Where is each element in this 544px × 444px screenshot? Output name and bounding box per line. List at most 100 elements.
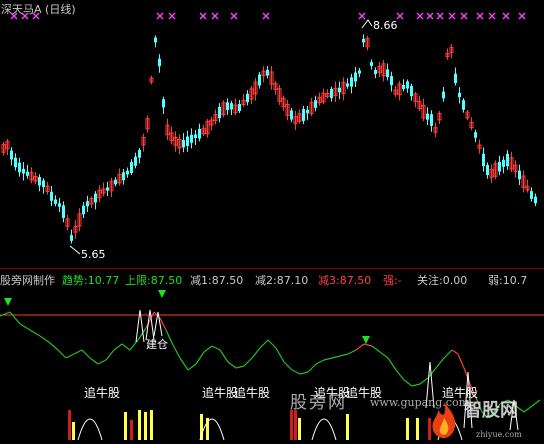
candlestick-chart-panel[interactable]: 深天马A (日线) 8.66 5.65 (0, 0, 544, 268)
indicator-line-segment (145, 311, 155, 329)
indicator-line-segment (363, 343, 373, 347)
indicator-line-segment (395, 369, 405, 381)
indicator-line-segment (371, 345, 381, 353)
candle-body (338, 87, 341, 93)
candle-body (374, 69, 377, 75)
candle-body (70, 235, 73, 241)
signal-bar (138, 410, 141, 440)
candle-body (38, 177, 41, 186)
watch-value: 关注:0.00 (417, 274, 468, 287)
indicator-line-segment (251, 347, 261, 359)
candle-body (10, 150, 13, 160)
indicator-line-segment (9, 311, 21, 325)
signal-bar (130, 420, 133, 440)
watermark-logo: 智股网 (464, 400, 518, 421)
candle-body (58, 203, 61, 207)
signal-bar (290, 410, 293, 440)
indicator-line-segment (243, 357, 253, 367)
low-price-label: 5.65 (81, 248, 106, 261)
candle-body (502, 159, 505, 167)
candle-body (86, 201, 89, 207)
indicator-line-segment (187, 363, 197, 371)
indicator-line-segment (219, 349, 229, 363)
indicator-line-segment (347, 349, 357, 355)
indicator-line-segment (235, 365, 245, 369)
indicator-line-segment (81, 349, 91, 359)
candle-body (314, 100, 317, 108)
candle-body (530, 191, 533, 199)
candle-body (158, 58, 161, 67)
candle-body (406, 81, 409, 89)
indicator-line-segment (203, 345, 213, 353)
candle-body (350, 77, 353, 87)
indicator-line-segment (443, 349, 453, 359)
indicator-name: 股旁网制作 (0, 274, 55, 287)
indicator-line-segment (195, 351, 205, 365)
candle-body (306, 109, 309, 114)
candle-body (266, 69, 269, 76)
signal-hump (199, 418, 225, 441)
candle-body (430, 114, 433, 126)
indicator-line-segment (29, 329, 41, 337)
indicator-line-segment (355, 343, 365, 351)
indicator-line-segment (19, 323, 31, 331)
indicator-line-segment (275, 347, 285, 363)
indicator-line-segment (291, 369, 301, 375)
candle-body (114, 179, 117, 185)
candle-body (82, 205, 85, 215)
signal-bar (298, 418, 301, 440)
candle-body (506, 153, 509, 167)
signal-bar (144, 412, 147, 440)
indicator-line-segment (39, 335, 51, 344)
signal-bar (150, 410, 153, 440)
candle-body (226, 102, 229, 111)
indicator-chart-panel[interactable]: 追牛股 追牛股 追牛股 追牛股 追牛股 追牛股 建仓 股旁网 www.gupan… (0, 288, 544, 444)
candle-body (358, 70, 361, 74)
candle-body (14, 157, 17, 168)
marker-icon (426, 12, 434, 20)
candle-body (346, 83, 349, 87)
candle-body (62, 205, 65, 218)
signal-hump (311, 418, 337, 441)
indicator-line-segment (49, 342, 59, 351)
chase-label-2: 追牛股 (202, 386, 239, 400)
indicator-line-segment (451, 349, 459, 355)
indicator-line-segment (259, 339, 269, 349)
candle-body (498, 161, 501, 172)
indicator-line-segment (323, 357, 333, 361)
panel-divider (0, 268, 544, 269)
candle-body (486, 164, 489, 176)
signal-bar (72, 422, 75, 440)
candle-body (126, 170, 129, 175)
indicator-line-segment (331, 355, 341, 359)
indicator-line-segment (531, 399, 541, 407)
indicator-chart (0, 290, 544, 441)
down-arrow-icon (362, 336, 370, 344)
marker-icon (416, 12, 424, 20)
indicator-line-segment (97, 359, 107, 365)
high-price-label: 8.66 (373, 19, 398, 32)
candle-body (354, 72, 357, 82)
trend-value: 趋势:10.77 (62, 274, 120, 287)
indicator-line-segment (211, 345, 221, 351)
candle-body (130, 162, 133, 173)
flame-logo-icon (432, 402, 456, 439)
candle-body (122, 172, 125, 181)
high-pointer-icon (361, 19, 373, 29)
candle-body (18, 162, 21, 173)
candle-body (218, 106, 221, 119)
minus2-value: 减2:87.10 (255, 274, 309, 287)
candle-body (54, 199, 57, 204)
candle-body (426, 113, 429, 120)
minus1-value: 减1:87.50 (190, 274, 244, 287)
marker-icon (488, 12, 496, 20)
candle-body (302, 109, 305, 121)
indicator-line-segment (267, 339, 277, 349)
watermark-logo-site: zhiyue.com (476, 430, 522, 439)
candle-body (246, 93, 249, 103)
candle-body (454, 73, 457, 84)
down-arrow-icon (4, 298, 12, 306)
candle-body (182, 140, 185, 148)
candle-body (106, 187, 109, 191)
indicator-line-segment (435, 357, 445, 369)
